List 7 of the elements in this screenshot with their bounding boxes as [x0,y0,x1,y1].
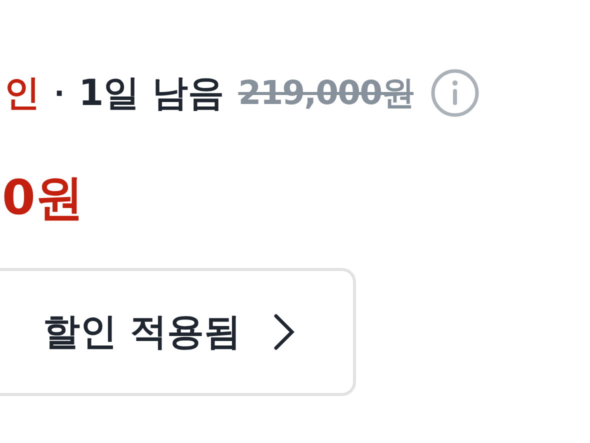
discount-label: 인 [4,72,40,116]
info-icon[interactable] [430,68,480,118]
time-left: 1일 남음 [78,72,224,116]
coupon-button[interactable]: 할인 적용됨 [0,268,356,396]
separator: · [54,76,65,110]
sale-price: 0원 [1,174,84,222]
original-price: 219,000원 [238,72,414,114]
